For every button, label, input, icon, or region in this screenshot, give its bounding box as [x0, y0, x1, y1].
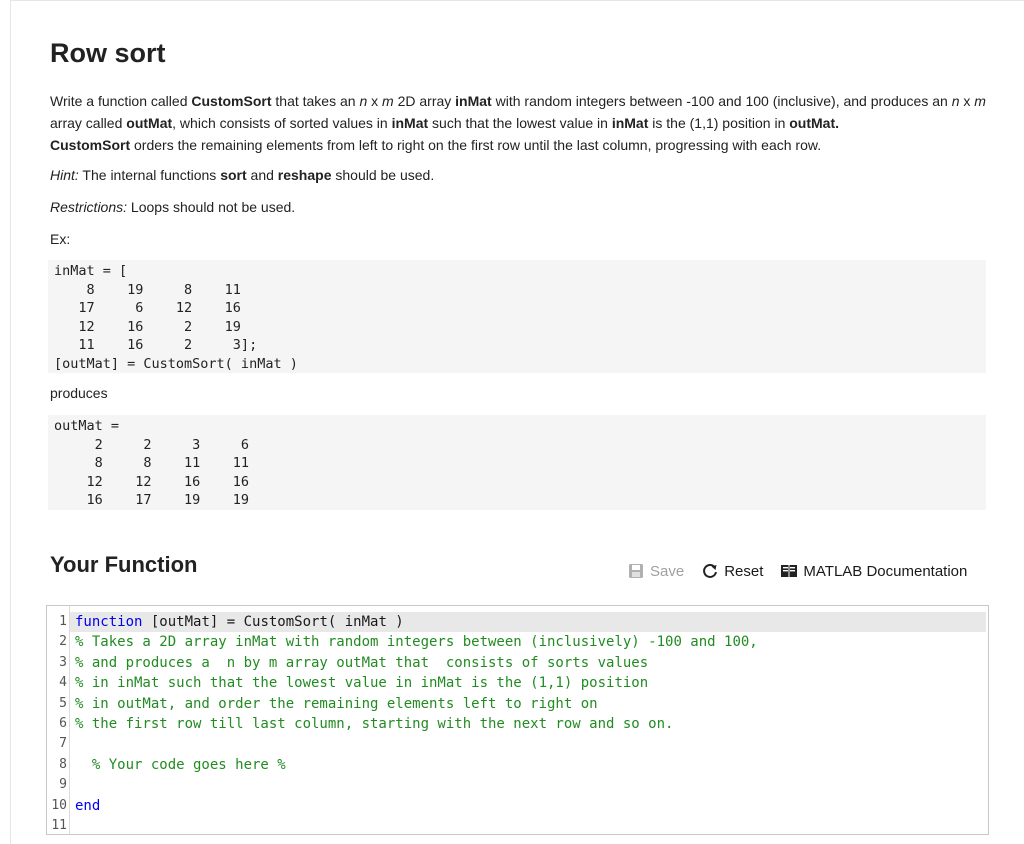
save-icon: [628, 563, 644, 579]
line-number: 9: [59, 777, 67, 793]
editor-line[interactable]: 1 function [outMat] = CustomSort( inMat ): [47, 612, 988, 632]
line-number: 2: [59, 634, 67, 650]
editor-line[interactable]: 9: [47, 775, 988, 795]
line-number: 6: [59, 716, 67, 731]
line-number: 1: [59, 614, 67, 629]
editor-line[interactable]: 3 % and produces a n by m array outMat th…: [47, 653, 988, 673]
code-editor[interactable]: 1 function [outMat] = CustomSort( inMat )…: [46, 605, 989, 835]
editor-line[interactable]: 2 % Takes a 2D array inMat with random in…: [47, 632, 988, 652]
restrictions-text: Restrictions: Loops should not be used.: [50, 199, 296, 215]
code-comment: % and produces a n by m array outMat tha…: [75, 654, 649, 671]
line-code: % in inMat such that the lowest value in…: [75, 673, 648, 693]
problem-description: Write a function called CustomSort that …: [50, 93, 986, 153]
line-code: % and produces a n by m array outMat tha…: [75, 653, 648, 673]
code-comment: % in inMat such that the lowest value in…: [75, 675, 649, 692]
line-number: 5: [59, 695, 67, 711]
reset-button[interactable]: Reset: [702, 563, 763, 580]
matlab-documentation-link[interactable]: MATLAB Documentation: [781, 563, 967, 580]
example-code-block: inMat = [ 8 19 8 11 17 6 12 16 12 16 2 1…: [48, 260, 986, 373]
line-number: 10: [51, 797, 67, 813]
restrictions-label: Restrictions:: [50, 199, 128, 215]
example-label: Ex:: [50, 231, 71, 247]
book-icon: [781, 564, 798, 578]
keyword: end: [75, 797, 101, 814]
editor-line[interactable]: 4 % in inMat such that the lowest value i…: [47, 673, 988, 693]
code-comment: % Takes a 2D array inMat with random int…: [75, 634, 758, 651]
editor-line[interactable]: 11: [47, 816, 988, 836]
keyword: function: [75, 614, 143, 630]
save-button[interactable]: Save: [628, 563, 684, 580]
editor-toolbar: Save Reset MATLAB Documentation: [628, 560, 967, 582]
page-title: Row sort: [50, 38, 166, 68]
line-number: 8: [59, 756, 67, 772]
line-number: 7: [59, 736, 67, 752]
output-code-block: outMat = 2 2 3 6 8 8 11 11 12 12 16 16 1…: [48, 415, 986, 510]
reset-label: Reset: [724, 562, 764, 580]
code-comment: % the first row till last column, starti…: [75, 716, 674, 732]
produces-label: produces: [50, 385, 108, 401]
documentation-label: MATLAB Documentation: [803, 562, 968, 580]
line-number: 11: [51, 818, 67, 833]
editor-line[interactable]: 8 % Your code goes here %: [47, 755, 988, 775]
line-code: % in outMat, and order the remaining ele…: [75, 694, 598, 714]
line-code: function [outMat] = CustomSort( inMat ): [75, 612, 404, 632]
save-label: Save: [650, 562, 685, 580]
code-text: [outMat] = CustomSort( inMat ): [142, 614, 404, 630]
editor-line[interactable]: 10 end: [47, 796, 988, 816]
code-comment: % in outMat, and order the remaining ele…: [75, 695, 598, 712]
line-code: end: [75, 796, 100, 816]
reset-icon: [702, 563, 718, 579]
hint-label: Hint:: [50, 167, 79, 183]
code-comment: % Your code goes here %: [75, 756, 286, 773]
line-number: 4: [59, 675, 67, 691]
editor-line[interactable]: 7: [47, 734, 988, 754]
editor-line[interactable]: 6 % the first row till last column, start…: [47, 714, 988, 734]
line-code: % Your code goes here %: [75, 755, 286, 775]
section-title-your-function: Your Function: [50, 552, 198, 577]
line-code: % the first row till last column, starti…: [75, 714, 673, 734]
line-number: 3: [59, 654, 67, 670]
line-code: % Takes a 2D array inMat with random int…: [75, 632, 758, 652]
editor-line[interactable]: 5 % in outMat, and order the remaining el…: [47, 694, 988, 714]
hint-text: Hint: The internal functions sort and re…: [50, 167, 435, 183]
